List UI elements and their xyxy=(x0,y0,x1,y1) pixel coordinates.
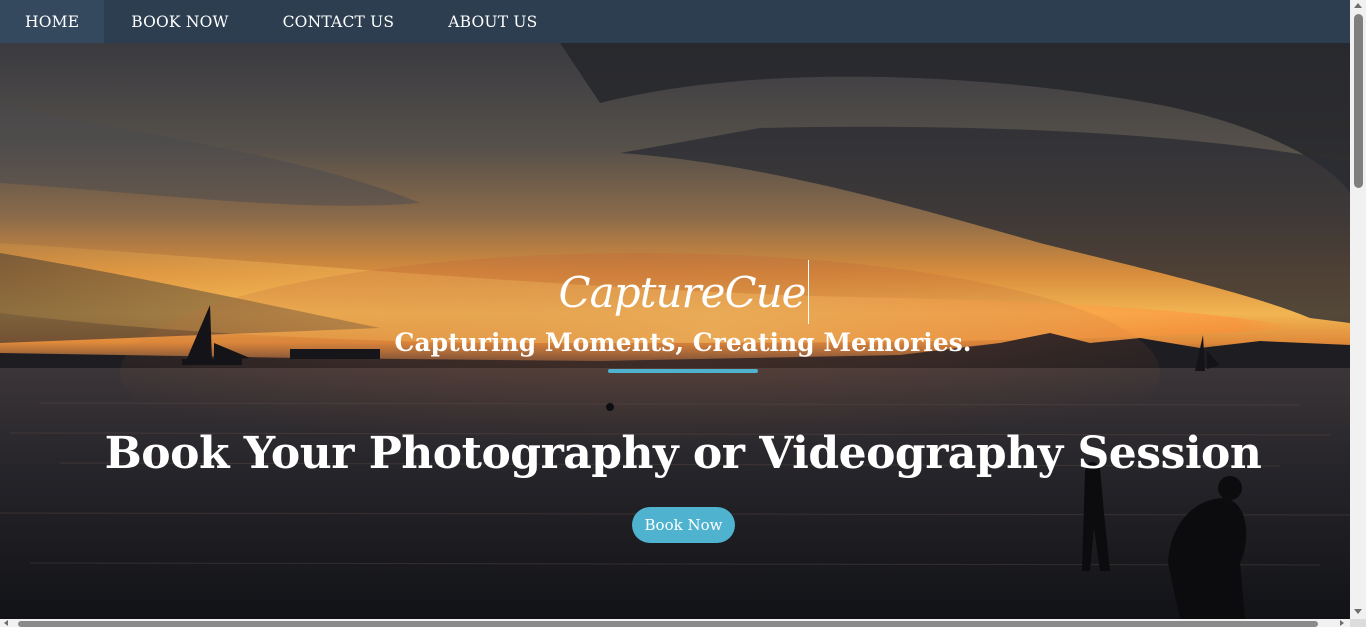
scroll-down-icon[interactable] xyxy=(1354,609,1362,614)
scroll-up-icon[interactable] xyxy=(1354,3,1362,8)
nav-item-about-us[interactable]: ABOUT US xyxy=(421,0,564,43)
scroll-right-icon[interactable] xyxy=(1340,620,1344,626)
hero-headline: Book Your Photography or Videography Ses… xyxy=(104,428,1262,479)
accent-divider xyxy=(608,369,758,373)
brand-wrap: CaptureCue xyxy=(558,260,810,324)
nav-item-contact-us[interactable]: CONTACT US xyxy=(256,0,422,43)
brand-title: CaptureCue xyxy=(0,260,1350,324)
vertical-scrollbar[interactable] xyxy=(1350,0,1366,619)
page: HOME BOOK NOW CONTACT US ABOUT US Captur… xyxy=(0,0,1350,619)
brand-text: CaptureCue xyxy=(558,268,807,317)
scrollbar-corner xyxy=(1350,619,1366,627)
horizontal-scroll-thumb[interactable] xyxy=(18,621,1318,627)
hero-section: CaptureCue Capturing Moments, Creating M… xyxy=(0,43,1350,619)
nav-item-book-now[interactable]: BOOK NOW xyxy=(104,0,255,43)
vertical-scroll-thumb[interactable] xyxy=(1354,14,1363,188)
scroll-left-icon[interactable] xyxy=(4,620,8,626)
horizontal-scrollbar[interactable] xyxy=(0,619,1350,627)
text-cursor xyxy=(808,260,810,324)
tagline: Capturing Moments, Creating Memories. xyxy=(394,328,972,357)
nav-item-home[interactable]: HOME xyxy=(0,0,105,43)
book-now-button[interactable]: Book Now xyxy=(632,507,735,543)
top-nav: HOME BOOK NOW CONTACT US ABOUT US xyxy=(0,0,1350,43)
